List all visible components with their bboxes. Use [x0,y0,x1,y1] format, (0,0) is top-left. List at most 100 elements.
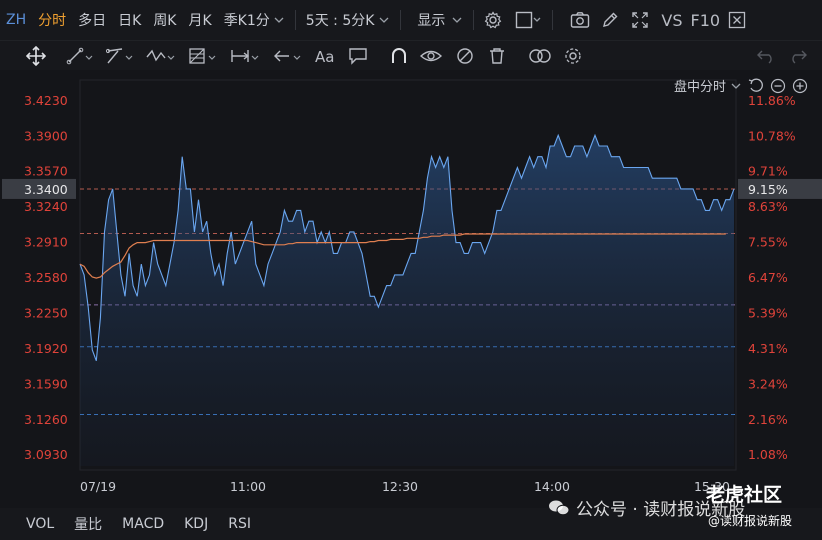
tab-multi-day[interactable]: 多日 [72,0,112,40]
close-button[interactable] [724,0,750,40]
intraday-chart-area[interactable]: 3.4230 11.86% 3.3900 10.78% 3.3570 9.71% 3.324… [0,70,822,510]
draw-button[interactable] [595,0,625,40]
divider [552,10,554,30]
tab-weekly-k[interactable]: 周K [147,0,182,40]
interval-label: 1分 [246,13,270,29]
price-tick-label: 3.1920 [24,341,68,356]
price-tick-label: 3.3240 [24,199,68,214]
indicator-macd[interactable]: MACD [112,516,174,532]
arrow-tool[interactable] [266,41,308,71]
tab-quarterly-k[interactable]: 季K [218,0,247,40]
intraday-mode-label: 盘中分时 [673,80,726,95]
measure-tool[interactable] [224,41,266,71]
drawing-toolbar: Aa [0,40,822,70]
trend-line-icon [66,47,93,64]
note-tool[interactable] [342,41,374,71]
undo-button[interactable] [750,41,782,71]
indicator-kdj[interactable]: KDJ [174,516,218,532]
layout-button[interactable] [508,0,548,40]
price-tick-label: 3.4230 [24,93,68,108]
measure-icon [231,49,259,62]
arrow-left-icon [274,50,301,61]
eye-icon [420,50,442,61]
chevron-down-icon [452,17,462,23]
current-price-value: 3.3400 [24,182,68,197]
percent-tick-label: 2.16% [748,412,788,427]
expand-icon [632,12,649,28]
fullscreen-button[interactable] [625,0,655,40]
divider [294,10,296,30]
hide-drawings-tool[interactable] [414,41,448,71]
redo-icon [792,50,807,64]
current-pct-value: 9.15% [748,182,788,197]
wechat-icon [549,500,570,515]
magnet-tool[interactable] [374,41,414,71]
top-toolbar: ZH 分时 多日 日K 周K 月K 季K 1分 5天 : 5分K 显示 VS F… [0,0,822,40]
display-dropdown[interactable]: 显示 [405,0,469,40]
line-tool[interactable] [52,41,100,71]
divider [400,10,402,30]
square-icon [516,11,541,29]
move-arrows-icon [26,45,46,66]
price-tick-label: 3.1590 [24,376,68,391]
chart-corner-controls: 盘中分时 [674,76,808,95]
comment-icon [349,47,367,65]
interval-dropdown[interactable]: 1分 [247,0,291,40]
intraday-mode-dropdown[interactable]: 盘中分时 [674,76,742,95]
reset-icon[interactable] [748,78,764,94]
percent-tick-label: 11.86% [748,93,796,108]
screenshot-button[interactable] [565,0,595,40]
gear-icon [485,11,502,29]
hide-all-tool[interactable] [448,41,482,71]
tab-intraday[interactable]: 分时 [32,0,72,40]
indicator-rsi[interactable]: RSI [218,516,261,532]
f10-button[interactable]: F10 [687,0,725,40]
price-tick-label: 3.0930 [24,447,68,462]
handle-watermark: @读财报说新股 [708,514,793,528]
intraday-chart[interactable]: 3.4230 11.86% 3.3900 10.78% 3.3570 9.71% 3.324… [0,70,822,510]
trash-icon [490,47,504,64]
percent-tick-label: 5.39% [748,305,788,320]
redo-button[interactable] [782,41,822,71]
brand-watermark: 老虎社区 [706,484,783,506]
delete-tool[interactable] [482,41,512,71]
fibonacci-tool[interactable] [182,41,224,71]
link-tool[interactable] [512,41,558,71]
divider [473,10,475,30]
eye-off-icon [457,47,473,64]
zoom-in-icon[interactable] [792,78,808,94]
drawing-settings-tool[interactable] [558,41,588,71]
price-tick-label: 3.2910 [24,235,68,250]
channel-icon [106,47,133,63]
channel-tool[interactable] [100,41,140,71]
wave-tool[interactable] [140,41,182,71]
text-tool[interactable]: Aa [308,41,342,71]
price-tick-label: 3.3900 [24,128,68,143]
settings-button[interactable] [478,0,508,40]
percent-tick-label: 8.63% [748,199,788,214]
percent-tick-label: 6.47% [748,270,788,285]
move-tool[interactable] [0,41,52,71]
link-circles-icon [529,48,551,63]
time-tick-label: 14:00 [534,479,570,494]
percent-tick-label: 4.31% [748,341,788,356]
chevron-down-icon [731,83,741,89]
tab-monthly-k[interactable]: 月K [183,0,218,40]
price-tick-label: 3.3570 [24,164,68,179]
magnet-icon [392,47,406,63]
vs-compare-button[interactable]: VS [655,0,686,40]
tab-daily-k[interactable]: 日K [112,0,147,40]
indicator-vol[interactable]: VOL [0,516,64,532]
chevron-down-icon [379,17,389,23]
indicator-volume-ratio[interactable]: 量比 [64,514,112,534]
multi-day-label: 5天 : 5分K [305,13,375,29]
close-box-icon [728,11,746,29]
price-tick-label: 3.1260 [24,412,68,427]
svg-text:Aa: Aa [315,48,334,65]
grid-ruler-icon [189,47,216,64]
percent-tick-label: 1.08% [748,447,788,462]
camera-icon [571,12,590,28]
exchange-label[interactable]: ZH [0,0,32,40]
zoom-out-icon[interactable] [770,78,786,94]
multi-day-dropdown[interactable]: 5天 : 5分K [300,0,397,40]
